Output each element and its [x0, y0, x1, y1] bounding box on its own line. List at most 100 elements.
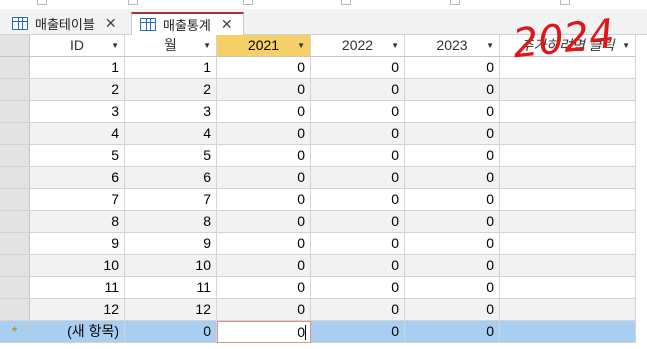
- cell-2021[interactable]: 0: [217, 189, 311, 211]
- cell-2021[interactable]: 0: [217, 255, 311, 277]
- tab-sales-table[interactable]: 매출테이블 ✕: [4, 12, 130, 35]
- column-header-2021[interactable]: 2021 ▼: [217, 35, 311, 57]
- row-selector[interactable]: [0, 123, 30, 145]
- cell-2022[interactable]: 0: [311, 57, 405, 79]
- table-row[interactable]: 66000: [0, 167, 647, 189]
- cell-2021[interactable]: 0: [217, 101, 311, 123]
- cell-add-column[interactable]: [500, 189, 636, 211]
- cell-2021[interactable]: 0: [217, 79, 311, 101]
- row-selector[interactable]: [0, 101, 30, 123]
- column-header-month[interactable]: 월 ▼: [125, 35, 217, 57]
- select-all-corner[interactable]: [0, 35, 30, 57]
- row-selector[interactable]: [0, 167, 30, 189]
- cell-id[interactable]: 9: [30, 233, 125, 255]
- cell-2023[interactable]: 0: [405, 299, 500, 321]
- cell-month[interactable]: 3: [125, 101, 217, 123]
- cell-2022[interactable]: 0: [311, 79, 405, 101]
- cell-month[interactable]: 10: [125, 255, 217, 277]
- column-header-add-new[interactable]: 추가하려면 클릭 ▼: [500, 35, 636, 57]
- cell-id[interactable]: 8: [30, 211, 125, 233]
- cell-2021[interactable]: 0: [217, 299, 311, 321]
- new-record-add-column-cell[interactable]: [500, 321, 636, 343]
- table-row[interactable]: 12 12 0 0 0: [0, 299, 647, 321]
- cell-id[interactable]: 10: [30, 255, 125, 277]
- table-row[interactable]: 33000: [0, 101, 647, 123]
- column-header-2022[interactable]: 2022 ▼: [311, 35, 405, 57]
- cell-id[interactable]: 1: [30, 57, 125, 79]
- cell-2021[interactable]: 0: [217, 277, 311, 299]
- cell-id[interactable]: 2: [30, 79, 125, 101]
- cell-2023[interactable]: 0: [405, 145, 500, 167]
- column-header-2023[interactable]: 2023 ▼: [405, 35, 500, 57]
- new-record-2023[interactable]: 0: [405, 321, 500, 343]
- new-record-month[interactable]: 0: [125, 321, 217, 343]
- cell-2022[interactable]: 0: [311, 145, 405, 167]
- ribbon-button-fragment[interactable]: [560, 0, 570, 5]
- table-row[interactable]: 11 11 0 0 0: [0, 277, 647, 299]
- cell-2023[interactable]: 0: [405, 211, 500, 233]
- cell-2022[interactable]: 0: [311, 211, 405, 233]
- cell-2022[interactable]: 0: [311, 255, 405, 277]
- row-selector[interactable]: [0, 233, 30, 255]
- cell-2021[interactable]: 0: [217, 167, 311, 189]
- cell-2023[interactable]: 0: [405, 277, 500, 299]
- row-selector[interactable]: [0, 189, 30, 211]
- table-row[interactable]: 22000: [0, 79, 647, 101]
- chevron-down-icon[interactable]: ▼: [111, 35, 119, 56]
- new-record-id[interactable]: (새 항목): [30, 321, 125, 343]
- row-selector[interactable]: [0, 79, 30, 101]
- cell-month[interactable]: 7: [125, 189, 217, 211]
- new-record-2022[interactable]: 0: [311, 321, 405, 343]
- cell-add-column[interactable]: [500, 211, 636, 233]
- cell-add-column[interactable]: [500, 101, 636, 123]
- cell-2023[interactable]: 0: [405, 101, 500, 123]
- cell-add-column[interactable]: [500, 299, 636, 321]
- cell-2023[interactable]: 0: [405, 79, 500, 101]
- table-row[interactable]: 10 10 0 0 0: [0, 255, 647, 277]
- table-row[interactable]: 11000: [0, 57, 647, 79]
- row-selector[interactable]: [0, 255, 30, 277]
- cell-add-column[interactable]: [500, 277, 636, 299]
- ribbon-button-fragment[interactable]: [450, 0, 460, 5]
- cell-id[interactable]: 3: [30, 101, 125, 123]
- cell-add-column[interactable]: [500, 57, 636, 79]
- cell-id[interactable]: 7: [30, 189, 125, 211]
- table-row[interactable]: 55000: [0, 145, 647, 167]
- chevron-down-icon[interactable]: ▼: [622, 35, 630, 56]
- row-selector[interactable]: [0, 57, 30, 79]
- chevron-down-icon[interactable]: ▼: [297, 35, 305, 56]
- ribbon-button-fragment[interactable]: [37, 0, 47, 5]
- chevron-down-icon[interactable]: ▼: [391, 35, 399, 56]
- cell-2021[interactable]: 0: [217, 233, 311, 255]
- cell-2022[interactable]: 0: [311, 233, 405, 255]
- cell-month[interactable]: 4: [125, 123, 217, 145]
- cell-month[interactable]: 2: [125, 79, 217, 101]
- cell-add-column[interactable]: [500, 233, 636, 255]
- ribbon-button-fragment[interactable]: [243, 0, 253, 5]
- cell-month[interactable]: 6: [125, 167, 217, 189]
- row-selector[interactable]: [0, 211, 30, 233]
- cell-2021[interactable]: 0: [217, 57, 311, 79]
- cell-id[interactable]: 6: [30, 167, 125, 189]
- cell-id[interactable]: 11: [30, 277, 125, 299]
- cell-2022[interactable]: 0: [311, 167, 405, 189]
- cell-month[interactable]: 8: [125, 211, 217, 233]
- row-selector[interactable]: [0, 277, 30, 299]
- cell-2023[interactable]: 0: [405, 167, 500, 189]
- cell-month[interactable]: 11: [125, 277, 217, 299]
- cell-month[interactable]: 5: [125, 145, 217, 167]
- cell-id[interactable]: 4: [30, 123, 125, 145]
- ribbon-button-fragment[interactable]: [341, 0, 351, 5]
- cell-2022[interactable]: 0: [311, 101, 405, 123]
- table-row[interactable]: 99000: [0, 233, 647, 255]
- table-row[interactable]: 44000: [0, 123, 647, 145]
- cell-2022[interactable]: 0: [311, 277, 405, 299]
- cell-2021[interactable]: 0: [217, 211, 311, 233]
- new-record-marker[interactable]: *: [0, 321, 30, 343]
- cell-id[interactable]: 12: [30, 299, 125, 321]
- cell-add-column[interactable]: [500, 123, 636, 145]
- cell-add-column[interactable]: [500, 255, 636, 277]
- cell-2023[interactable]: 0: [405, 123, 500, 145]
- cell-2021[interactable]: 0: [217, 123, 311, 145]
- cell-add-column[interactable]: [500, 167, 636, 189]
